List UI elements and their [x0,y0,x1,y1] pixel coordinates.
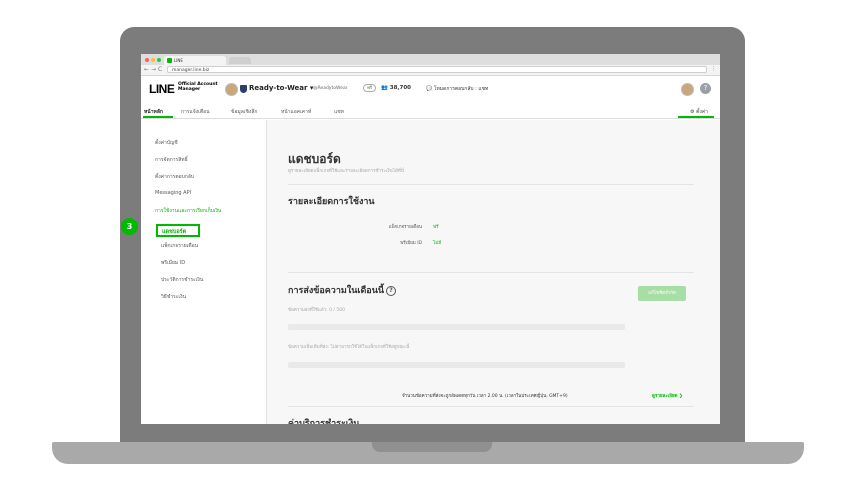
next-section-heading: ค่าบริการชำระเงิน [288,419,360,424]
user-avatar[interactable] [681,83,694,96]
maximize-window-icon[interactable] [157,58,161,62]
sidebar-subitem-payment-history[interactable]: ประวัติการชำระเงิน [161,276,203,284]
back-icon[interactable]: ← [144,66,149,74]
tab-home[interactable]: หน้าหลัก [144,108,163,116]
sidebar: ตั้งค่าบัญชี การจัดการสิทธิ์ ตั้งค่าการต… [141,120,267,424]
plan-label: แพ็กเกจรายเดือน [388,225,422,230]
laptop-notch [372,442,492,452]
response-mode[interactable]: 💬 โหมดการตอบกลับ : แชท [426,85,488,93]
page-description: ดูรายละเอียดแพ็กเกจที่ใช้และรายละเอียดกา… [288,169,404,174]
tab-title: LINE [174,58,183,63]
divider [288,272,694,273]
extra-messages-bar [288,362,625,368]
usage-heading: รายละเอียดการใช้งาน [288,197,375,207]
extra-messages-note: ข้อความเพิ่มเติมที่ส่ง: ไม่สามารถใช้ได้ใ… [288,345,410,350]
divider [288,406,694,407]
minimize-window-icon[interactable] [151,58,155,62]
messages-sent-text: ข้อความส่งที่ใช้แล้ว: 0 / 500 [288,308,345,313]
sidebar-subitem-monthly-plan[interactable]: แพ็กเกจรายเดือน [161,242,198,250]
browser-tabbar: LINE [141,54,720,65]
account-id: @ReadytoWear [313,86,348,91]
sidebar-item-response-settings[interactable]: ตั้งค่าการตอบกลับ [155,173,194,181]
new-tab-button[interactable] [229,57,251,64]
details-link[interactable]: ดูรายละเอียด ❯ [652,392,683,399]
step-number-badge: 3 [121,218,138,235]
help-icon[interactable]: ? [700,83,711,94]
account-switcher[interactable]: Ready-to-Wear ▾ [249,84,313,92]
address-bar: ← → C manager.line.biz ⋮ [141,65,720,76]
sidebar-item-messaging-api[interactable]: Messaging API [155,190,191,196]
reload-icon[interactable]: C [158,66,162,74]
account-avatar[interactable] [225,83,238,96]
forward-icon[interactable]: → [151,66,156,74]
shield-icon [240,85,247,93]
chat-bubble-icon: 💬 [426,86,433,92]
sidebar-item-usage-billing[interactable]: การใช้งานและการเรียกเก็บเงิน [155,207,221,215]
tab-chat[interactable]: แชท [334,108,344,116]
app-header: LINE Official Account Manager Ready-to-W… [141,76,720,102]
premium-id-label: พรีเมียม ID [400,241,422,246]
messages-heading: การส่งข้อความในเดือนนี้? [288,283,397,297]
people-icon: 👥 [381,85,388,91]
line-favicon-icon [167,58,172,63]
plan-value: ฟรี [433,225,439,230]
tab-insights[interactable]: ข้อมูลเชิงลึก [231,108,257,116]
browser-menu-icon[interactable]: ⋮ [711,66,716,72]
browser-tab[interactable]: LINE [164,56,226,65]
browser-window: LINE ← → C manager.line.biz ⋮ LINE Offic… [141,54,720,424]
update-note: จำนวนข้อความที่ส่งจะถูกอัพเดตทุกวัน เวลา… [402,394,568,399]
close-window-icon[interactable] [145,58,149,62]
settings-indicator [678,116,714,118]
main-tabs: หน้าหลัก การแจ้งเตือน ข้อมูลเชิงลึก หน้า… [141,104,720,119]
line-logo[interactable]: LINE [149,82,175,96]
sidebar-item-account-settings[interactable]: ตั้งค่าบัญชี [155,139,178,147]
active-tab-indicator [143,116,173,118]
messages-progress-bar [288,324,625,330]
settings-button[interactable]: ⚙ ตั้งค่า [690,108,708,116]
logo-subtitle: Official Account Manager [178,82,218,92]
sidebar-subitem-payment-method[interactable]: วิธีชำระเงิน [161,293,186,301]
premium-id-value: ไม่มี [433,241,442,246]
url-input[interactable]: manager.line.biz [167,66,707,73]
sidebar-item-permissions[interactable]: การจัดการสิทธิ์ [155,156,188,164]
tab-account-page[interactable]: หน้าแอคเคาท์ [281,108,311,116]
tab-notifications[interactable]: การแจ้งเตือน [181,108,210,116]
sidebar-subitem-premium-id[interactable]: พรีเมียม ID [161,259,185,267]
main-content: แดชบอร์ด ดูรายละเอียดแพ็กเกจที่ใช้และราย… [267,120,720,424]
edit-limit-button[interactable]: แก้ไขขีดจำกัด [638,286,686,301]
friends-count: 👥 38,700 [381,85,412,91]
plan-badge: ฟรี [363,84,376,92]
sidebar-subitem-dashboard[interactable]: แดชบอร์ด [156,224,200,237]
divider [288,184,694,185]
question-icon[interactable]: ? [386,285,397,296]
